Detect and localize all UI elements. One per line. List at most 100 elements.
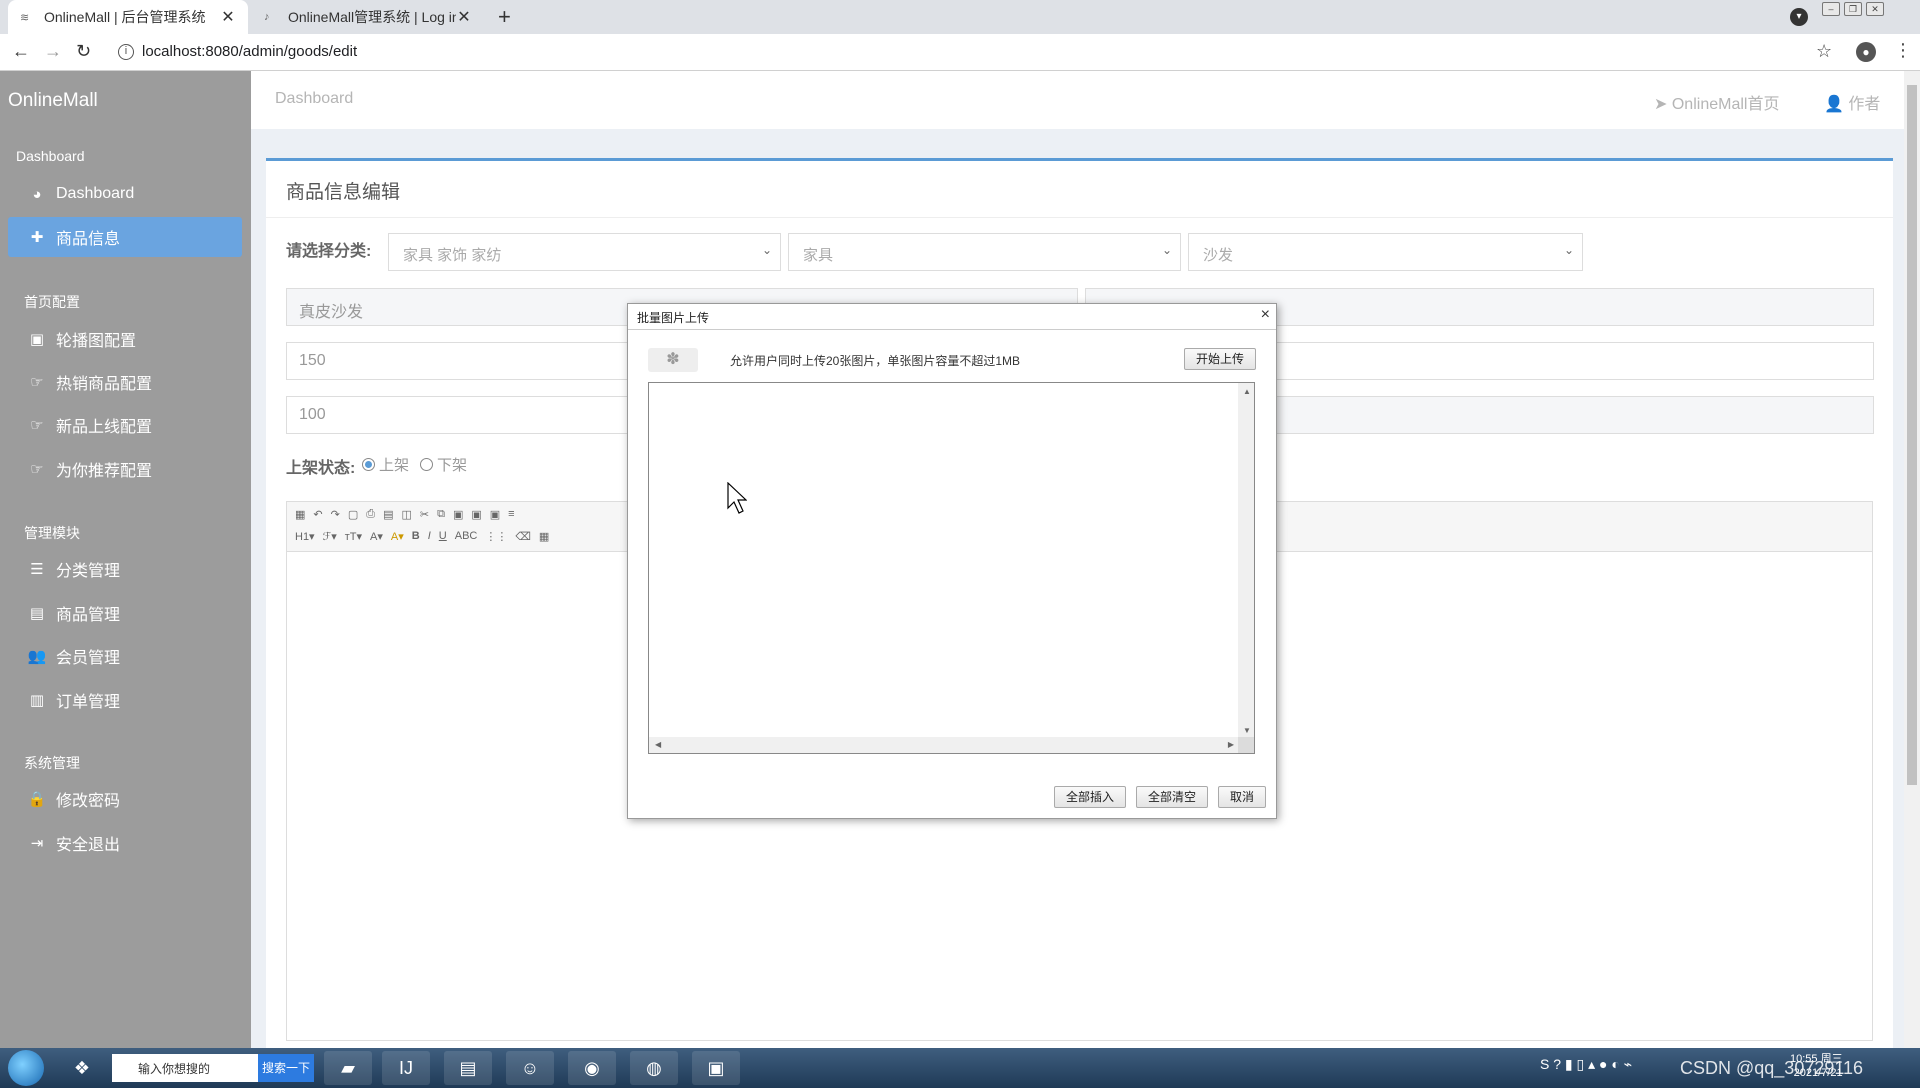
underline-icon[interactable]: U (439, 530, 447, 543)
redo-icon[interactable]: ↷ (331, 508, 340, 521)
source-icon[interactable]: ▦ (295, 508, 305, 521)
intellij-icon[interactable]: IJ (382, 1051, 430, 1085)
paste-icon[interactable]: ▣ (453, 508, 463, 521)
print-icon[interactable]: ⎙ (366, 508, 375, 521)
copy-icon[interactable]: ⧉ (437, 508, 445, 521)
font-size-icon[interactable]: тT▾ (345, 530, 362, 543)
sidebar-item-category[interactable]: ☰ 分类管理 (8, 549, 242, 589)
sidebar-item-orders[interactable]: ▥ 订单管理 (8, 680, 242, 720)
restore-icon[interactable]: ❐ (1844, 2, 1862, 16)
scroll-right-icon[interactable]: ▶ (1228, 740, 1234, 749)
page-scrollbar[interactable] (1904, 71, 1920, 1048)
bold-icon[interactable]: B (412, 530, 420, 543)
sidebar-item-goods-manage[interactable]: ▤ 商品管理 (8, 593, 242, 633)
template-icon[interactable]: ▤ (383, 508, 393, 521)
dropzone-vertical-scrollbar[interactable]: ▲ ▼ (1238, 383, 1254, 739)
category-level2-select[interactable]: 家具 ⌄ (788, 233, 1181, 271)
sidebar-item-change-password[interactable]: 🔒 修改密码 (8, 779, 242, 819)
paste-text-icon[interactable]: ▣ (471, 508, 481, 521)
tab-search-icon[interactable]: ▾ (1790, 8, 1808, 26)
font-family-icon[interactable]: ℱ▾ (323, 530, 337, 543)
code-icon[interactable]: ◫ (401, 508, 411, 521)
reload-icon[interactable]: ↻ (76, 41, 91, 62)
forward-icon[interactable]: → (44, 41, 62, 62)
sidebar-item-label: 订单管理 (56, 694, 121, 711)
scroll-up-icon[interactable]: ▲ (1243, 387, 1251, 396)
font-color-icon[interactable]: A▾ (370, 530, 383, 543)
select-value: 沙发 (1203, 247, 1234, 264)
sidebar-item-logout[interactable]: ⇥ 安全退出 (8, 823, 242, 863)
cut-icon[interactable]: ✂ (420, 508, 429, 521)
firefox-icon[interactable]: ◍ (630, 1051, 678, 1085)
qq-icon[interactable]: ☺ (506, 1051, 554, 1085)
new-tab-icon[interactable]: + (498, 4, 511, 30)
dropzone-horizontal-scrollbar[interactable]: ◀ ▶ (649, 737, 1240, 753)
align-left-icon[interactable]: ≡ (508, 508, 514, 521)
scroll-down-icon[interactable]: ▼ (1243, 726, 1251, 735)
taskbar-search-input[interactable]: 输入你想搜的 (112, 1054, 258, 1082)
close-icon[interactable]: × (1261, 306, 1270, 324)
image-insert-icon[interactable]: ▦ (539, 530, 549, 543)
divider (266, 217, 1893, 218)
taskbar-search-button[interactable]: 搜索一下 (258, 1054, 314, 1082)
site-info-icon[interactable]: i (118, 44, 134, 60)
chrome-icon[interactable]: ◉ (568, 1051, 616, 1085)
paste-word-icon[interactable]: ▣ (490, 508, 500, 521)
start-upload-button[interactable]: 开始上传 (1184, 348, 1256, 370)
explorer-icon[interactable]: ▤ (444, 1051, 492, 1085)
home-link[interactable]: ➤ OnlineMall首页 (1654, 90, 1779, 114)
heading-icon[interactable]: H1▾ (295, 530, 315, 543)
clear-all-button[interactable]: 全部清空 (1136, 786, 1208, 808)
breadcrumb[interactable]: Dashboard (275, 90, 353, 108)
category-level1-select[interactable]: 家具 家饰 家纺 ⌄ (388, 233, 781, 271)
section-dashboard: Dashboard (16, 148, 85, 164)
scrollbar-thumb[interactable] (1907, 85, 1917, 785)
insert-all-button[interactable]: 全部插入 (1054, 786, 1126, 808)
close-window-icon[interactable]: ✕ (1866, 2, 1884, 16)
status-off-radio[interactable]: 下架 (420, 454, 467, 475)
folder-app-icon[interactable]: ▰ (324, 1051, 372, 1085)
toolbar-row-2: H1▾ ℱ▾ тT▾ A▾ A▾ B I U ABC ⋮⋮ ⌫ ▦ (295, 530, 549, 543)
browser-menu-icon[interactable]: ⋮ (1894, 40, 1912, 61)
cancel-button[interactable]: 取消 (1218, 786, 1266, 808)
minimize-icon[interactable]: – (1822, 2, 1840, 16)
profile-icon[interactable]: ● (1856, 42, 1876, 62)
sidebar-item-label: 分类管理 (56, 563, 121, 580)
strikethrough-icon[interactable]: ABC (455, 530, 478, 543)
sidebar-item-recommend[interactable]: ☞ 为你推荐配置 (8, 449, 242, 489)
brand-logo[interactable]: OnlineMall (0, 71, 251, 129)
close-tab-icon[interactable]: ✕ (220, 7, 236, 27)
eraser-icon[interactable]: ⌫ (515, 530, 531, 543)
hand-icon: ☞ (30, 461, 44, 478)
start-button-icon[interactable] (8, 1050, 44, 1086)
upload-dropzone[interactable]: ▲ ▼ ◀ ▶ (648, 382, 1255, 754)
sidebar-item-hot-goods[interactable]: ☞ 热销商品配置 (8, 362, 242, 402)
sidebar-item-carousel[interactable]: ▣ 轮播图配置 (8, 319, 242, 359)
close-tab-icon[interactable]: ✕ (456, 7, 472, 27)
terminal-icon[interactable]: ▣ (692, 1051, 740, 1085)
highlight-icon[interactable]: A▾ (391, 530, 404, 543)
undo-icon[interactable]: ↶ (313, 508, 322, 521)
line-height-icon[interactable]: ⋮⋮ (485, 530, 507, 543)
sidebar-item-members[interactable]: 👥 会员管理 (8, 636, 242, 676)
status-on-radio[interactable]: 上架 (362, 454, 409, 475)
radio-label: 下架 (437, 457, 468, 474)
category-level3-select[interactable]: 沙发 ⌄ (1188, 233, 1583, 271)
back-icon[interactable]: ← (12, 41, 30, 62)
bookmark-star-icon[interactable]: ☆ (1816, 41, 1832, 62)
app-icon[interactable]: ❖ (58, 1051, 106, 1085)
scroll-left-icon[interactable]: ◀ (655, 740, 661, 749)
sidebar-item-goods-info[interactable]: ✚ 商品信息 (8, 217, 242, 257)
browser-tab-login[interactable]: ♪ OnlineMall管理系统 | Log in ✕ (252, 0, 484, 34)
puzzle-icon[interactable]: ✽ (648, 348, 698, 372)
hand-icon: ☞ (30, 374, 44, 391)
preview-icon[interactable]: ▢ (348, 508, 358, 521)
taskbar-clock[interactable]: 10:55 周三 2021/7/21 (1790, 1052, 1843, 1080)
italic-icon[interactable]: I (428, 530, 431, 543)
address-bar: ← → ↻ i localhost:8080/admin/goods/edit … (0, 34, 1920, 71)
sidebar-item-new-goods[interactable]: ☞ 新品上线配置 (8, 405, 242, 445)
author-link[interactable]: 👤 作者 (1824, 90, 1880, 114)
sidebar-item-dashboard[interactable]: ◕ Dashboard (8, 174, 242, 214)
browser-tab-admin[interactable]: ≋ OnlineMall | 后台管理系统 ✕ (8, 0, 248, 34)
url-field[interactable]: localhost:8080/admin/goods/edit (142, 43, 357, 60)
